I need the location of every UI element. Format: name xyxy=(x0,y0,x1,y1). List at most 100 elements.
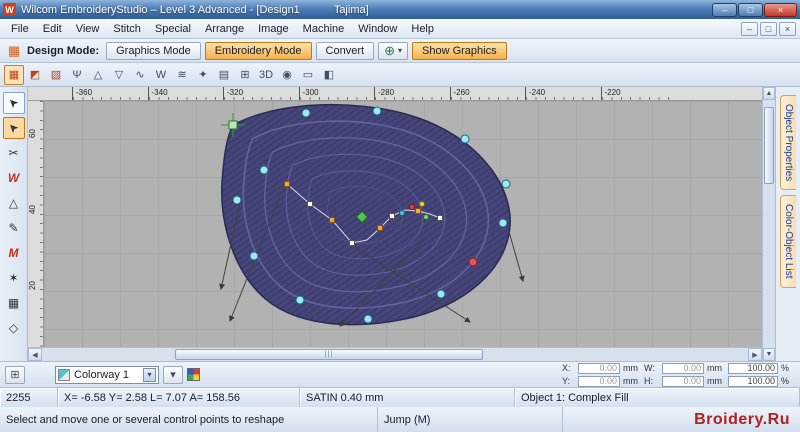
stitch-toolbar-icon[interactable]: ▨ xyxy=(46,65,66,85)
monogram-tool-button[interactable]: M xyxy=(3,242,25,264)
tab-object-properties[interactable]: Object Properties xyxy=(780,95,796,191)
vertical-scroll-thumb[interactable] xyxy=(764,107,774,184)
stitch-toolbar-icon[interactable]: ▭ xyxy=(298,65,318,85)
stitch-toolbar-icon[interactable]: △ xyxy=(88,65,108,85)
stitch-toolbar-icon[interactable]: Ψ xyxy=(67,65,87,85)
horizontal-scroll-thumb[interactable]: ||| xyxy=(174,349,484,360)
ruler-tick-label: -240 xyxy=(525,87,601,100)
stitch-toolbar-icon[interactable]: ▽ xyxy=(109,65,129,85)
stitch-toolbar-icon[interactable]: ◉ xyxy=(277,65,297,85)
x-input[interactable] xyxy=(578,362,620,374)
stitch-toolbar-icon[interactable]: ▦ xyxy=(4,64,24,85)
vertical-ruler: 60 40 20 xyxy=(28,101,44,347)
y-input[interactable] xyxy=(578,375,620,387)
star-shape-tool-button[interactable]: ✶ xyxy=(3,267,25,289)
palette-dropdown-button[interactable]: ▾ xyxy=(163,365,183,384)
mdi-minimize-button[interactable]: – xyxy=(741,21,758,36)
design-grid-button[interactable]: ⊞ xyxy=(5,365,25,384)
stitch-count: 2255 xyxy=(0,388,58,407)
broidery-watermark: Broidery.Ru xyxy=(694,410,790,428)
maximize-button[interactable]: □ xyxy=(738,2,763,17)
tab-color-object-list[interactable]: Color-Object List xyxy=(780,195,796,288)
stitch-toolbar-icon[interactable]: W xyxy=(151,65,171,85)
menu-item[interactable]: Arrange xyxy=(198,21,251,37)
fill-tool-button[interactable]: ▦ xyxy=(3,292,25,314)
window-title-machine: Tajima] xyxy=(333,3,369,16)
stitch-toolbar-icon[interactable]: ✦ xyxy=(193,65,213,85)
mirror-tool-button[interactable]: ◇ xyxy=(3,317,25,339)
ruler-tick-label: -320 xyxy=(223,87,299,100)
ruler-tick-label: -340 xyxy=(147,87,223,100)
convert-button[interactable]: Convert xyxy=(315,41,375,60)
mdi-window-controls: – □ × xyxy=(741,21,796,36)
entry-point xyxy=(468,257,478,267)
ruler-tick-label: 40 xyxy=(28,205,37,214)
window-controls: – □ × xyxy=(712,2,797,17)
stitch-toolbar-icon[interactable]: ◧ xyxy=(319,65,339,85)
horizontal-ruler: -360 -340 -320 -300 -280 -260 -240 -220 xyxy=(28,87,762,101)
design-canvas[interactable] xyxy=(44,101,762,347)
show-graphics-button[interactable]: Show Graphics xyxy=(412,41,507,60)
hint-message: Select and move one or several control p… xyxy=(0,407,378,432)
title-bar: W Wilcom EmbroideryStudio – Level 3 Adva… xyxy=(0,0,800,19)
vertical-scrollbar[interactable]: ▲ ▼ xyxy=(762,87,775,361)
knife-tool-button[interactable]: ✂ xyxy=(3,142,25,164)
ruler-tick-label: -280 xyxy=(374,87,450,100)
scroll-left-icon[interactable]: ◀ xyxy=(28,348,42,361)
horizontal-scrollbar[interactable]: ◀ ||| ▶ xyxy=(28,347,762,361)
design-mode-toolbar: ▦ Design Mode: Graphics Mode Embroidery … xyxy=(0,39,800,63)
reshape-tool-button[interactable]: ➤ xyxy=(2,117,25,139)
y-label: Y: xyxy=(562,376,571,386)
mdi-close-button[interactable]: × xyxy=(779,21,796,36)
scale-width-input[interactable] xyxy=(728,362,778,374)
travel-mode-indicator: Jump (M) xyxy=(378,407,563,432)
lettering-tool-button[interactable]: W xyxy=(3,167,25,189)
menu-item[interactable]: Window xyxy=(351,21,404,37)
window-title: Wilcom EmbroideryStudio – Level 3 Advanc… xyxy=(21,3,300,16)
select-tool-button[interactable]: ➤ xyxy=(2,92,25,114)
h-input[interactable] xyxy=(662,375,704,387)
stitch-toolbar-icon[interactable]: ⊞ xyxy=(235,65,255,85)
graphics-mode-button[interactable]: Graphics Mode xyxy=(106,41,201,60)
colorways-icon[interactable] xyxy=(187,368,200,381)
application-window: W Wilcom EmbroideryStudio – Level 3 Adva… xyxy=(0,0,800,432)
menu-item[interactable]: Help xyxy=(404,21,441,37)
run-stitch-tool-button[interactable]: △ xyxy=(3,192,25,214)
w-input[interactable] xyxy=(662,362,704,374)
chevron-down-icon: ▾ xyxy=(397,46,402,55)
mdi-restore-button[interactable]: □ xyxy=(760,21,777,36)
ruler-tick-label: -260 xyxy=(449,87,525,100)
scroll-down-icon[interactable]: ▼ xyxy=(763,348,775,361)
menu-item[interactable]: Image xyxy=(251,21,296,37)
close-button[interactable]: × xyxy=(764,2,797,17)
scroll-right-icon[interactable]: ▶ xyxy=(748,348,762,361)
stitch-toolbar-icon[interactable]: ∿ xyxy=(130,65,150,85)
design-canvas-svg xyxy=(44,101,762,347)
scroll-up-icon[interactable]: ▲ xyxy=(763,87,775,100)
digitize-tool-button[interactable]: ✎ xyxy=(3,217,25,239)
stitch-toolbar-icon[interactable]: 3D xyxy=(256,65,276,85)
stitch-toolbar-icon[interactable]: ≋ xyxy=(172,65,192,85)
reshape-arrow-icon: ➤ xyxy=(4,119,23,137)
stitch-toolbar-icon[interactable]: ▤ xyxy=(214,65,234,85)
minimize-button[interactable]: – xyxy=(712,2,737,17)
selected-object-info: Object 1: Complex Fill xyxy=(515,388,800,407)
ruler-tick-label: -360 xyxy=(72,87,148,100)
scale-height-input[interactable] xyxy=(728,375,778,387)
pointer-coordinates: X= -6.58 Y= 2.58 L= 7.07 A= 158.56 xyxy=(58,388,300,407)
stitch-toolbar-icon[interactable]: ◩ xyxy=(25,65,45,85)
embroidery-mode-button[interactable]: Embroidery Mode xyxy=(204,41,312,60)
menu-item[interactable]: Stitch xyxy=(106,21,148,37)
hoop-globe-button[interactable]: ⊕ ▾ xyxy=(378,41,408,60)
app-logo-icon: W xyxy=(3,3,16,16)
menu-item[interactable]: Special xyxy=(148,21,198,37)
colorway-select[interactable]: Colorway 1 ▾ xyxy=(55,365,159,384)
menu-item[interactable]: Machine xyxy=(296,21,352,37)
chevron-down-icon[interactable]: ▾ xyxy=(143,367,156,382)
menu-item[interactable]: File xyxy=(4,21,36,37)
colorway-swatch-icon xyxy=(58,368,70,381)
stitch-type-info: SATIN 0.40 mm xyxy=(300,388,515,407)
menu-item[interactable]: View xyxy=(69,21,107,37)
canvas-column: -360 -340 -320 -300 -280 -260 -240 -220 60 40 20 xyxy=(28,87,762,361)
menu-item[interactable]: Edit xyxy=(36,21,69,37)
